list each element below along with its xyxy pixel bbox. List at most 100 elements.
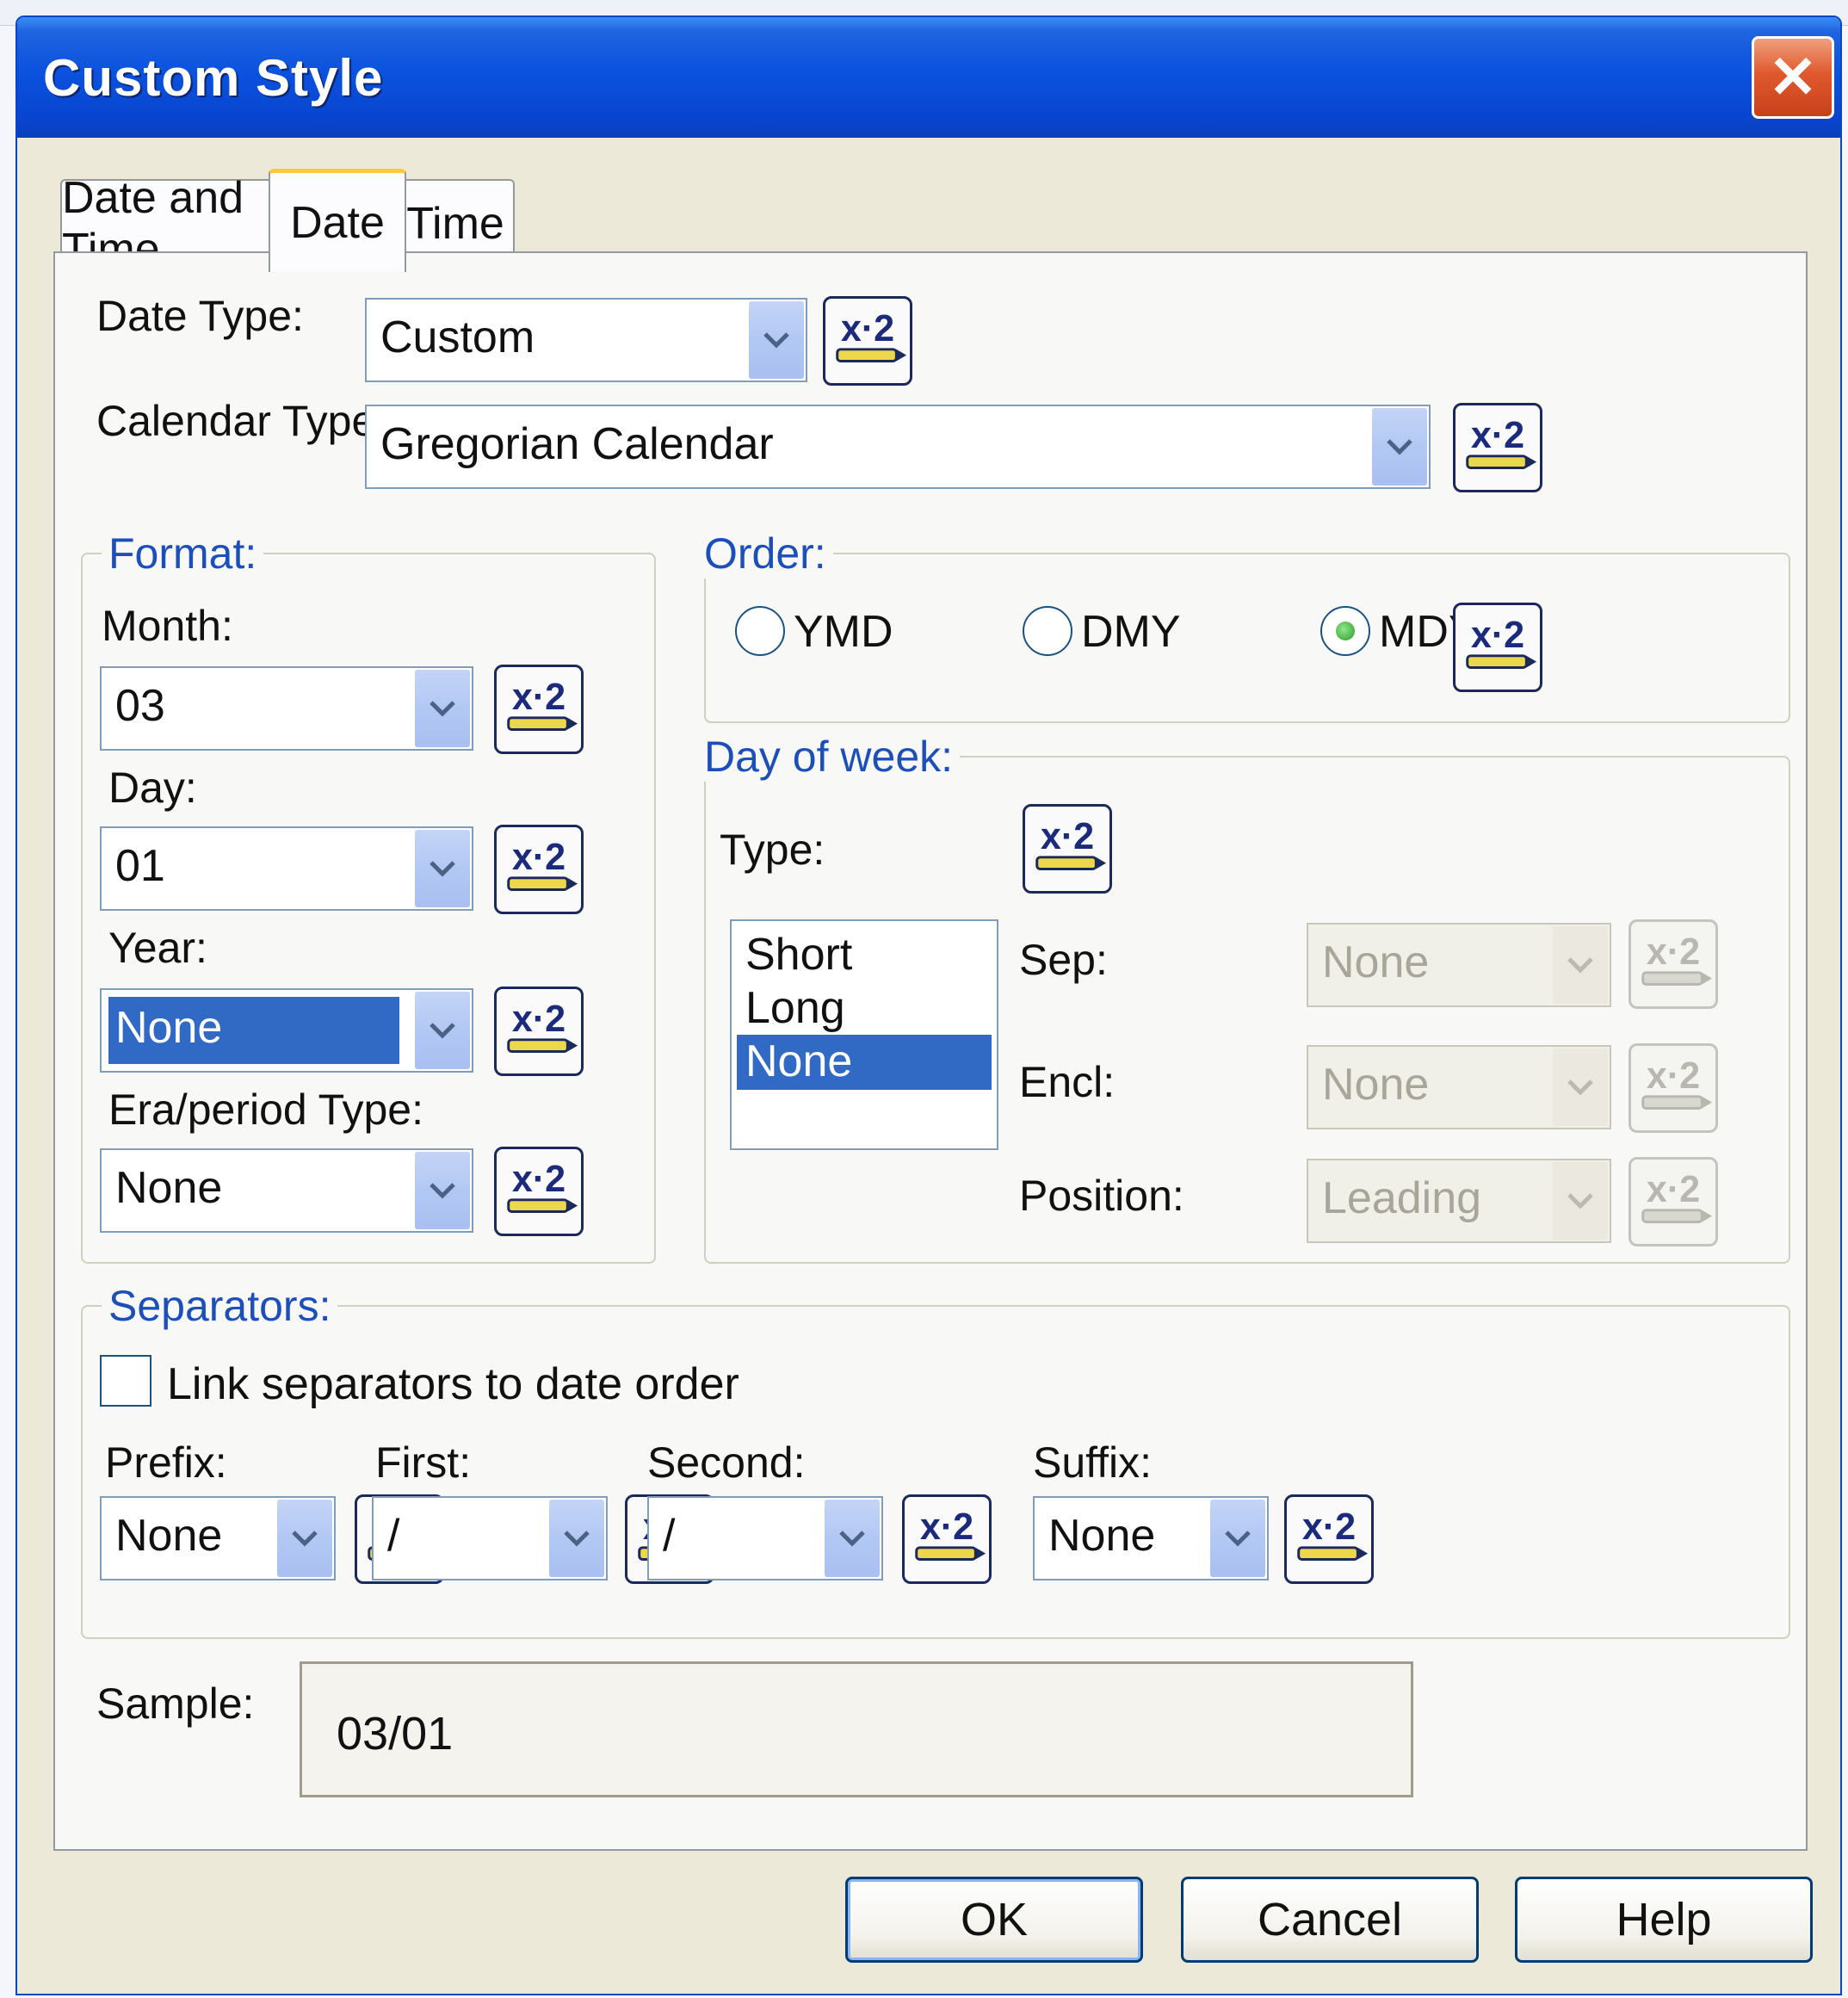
order-ymd-label[interactable]: YMD xyxy=(794,606,893,658)
chevron-down-icon[interactable] xyxy=(415,670,470,747)
month-x2-icon[interactable]: x·2 xyxy=(494,665,584,754)
dow-encl-x2-icon[interactable]: x·2 xyxy=(1629,1043,1718,1133)
tab-label: Date xyxy=(290,197,385,248)
dow-sep-label: Sep: xyxy=(1019,936,1108,984)
month-value: 03 xyxy=(115,681,165,731)
day-of-week-legend: Day of week: xyxy=(697,732,961,782)
order-mdy-radio[interactable] xyxy=(1320,606,1370,656)
chevron-down-icon[interactable] xyxy=(749,301,804,379)
sample-label: Sample: xyxy=(96,1679,255,1728)
svg-text:x·2: x·2 xyxy=(512,677,566,718)
chevron-down-icon[interactable] xyxy=(1553,1048,1608,1126)
suffix-value: None xyxy=(1048,1511,1156,1561)
help-button[interactable]: Help xyxy=(1515,1877,1813,1963)
year-select[interactable]: None xyxy=(100,988,473,1073)
prefix-value: None xyxy=(115,1511,223,1561)
dow-type-x2-icon[interactable]: x·2 xyxy=(1023,804,1112,894)
era-period-type-value: None xyxy=(115,1163,223,1213)
era-period-type-select[interactable]: None xyxy=(100,1148,473,1233)
year-value: None xyxy=(115,1003,223,1053)
order-dmy-label[interactable]: DMY xyxy=(1081,606,1181,658)
prefix-select[interactable]: None xyxy=(100,1496,336,1580)
year-x2-icon[interactable]: x·2 xyxy=(494,987,584,1076)
chevron-down-icon[interactable] xyxy=(825,1500,880,1577)
list-item[interactable]: Short xyxy=(737,928,992,983)
svg-text:x·2: x·2 xyxy=(512,999,566,1040)
ok-button[interactable]: OK xyxy=(845,1877,1143,1963)
first-label: First: xyxy=(375,1438,472,1487)
svg-text:x·2: x·2 xyxy=(1302,1506,1356,1548)
sample-preview-box: 03/01 xyxy=(300,1661,1413,1797)
chevron-down-icon[interactable] xyxy=(415,830,470,907)
chevron-down-icon[interactable] xyxy=(415,1152,470,1229)
day-select[interactable]: 01 xyxy=(100,826,473,911)
chevron-down-icon[interactable] xyxy=(1553,1162,1608,1240)
cancel-button[interactable]: Cancel xyxy=(1181,1877,1479,1963)
chevron-down-icon[interactable] xyxy=(1210,1500,1265,1577)
first-value: / xyxy=(387,1511,400,1561)
dow-encl-value: None xyxy=(1322,1060,1430,1110)
dow-encl-select[interactable]: None xyxy=(1307,1045,1611,1129)
dow-sep-x2-icon[interactable]: x·2 xyxy=(1629,919,1718,1009)
tab-date[interactable]: Date xyxy=(269,169,406,272)
day-x2-icon[interactable]: x·2 xyxy=(494,825,584,914)
suffix-x2-icon[interactable]: x·2 xyxy=(1284,1494,1374,1584)
close-icon: ✕ xyxy=(1768,44,1818,110)
era-period-type-x2-icon[interactable]: x·2 xyxy=(494,1147,584,1236)
month-select[interactable]: 03 xyxy=(100,666,473,751)
dow-type-listbox[interactable]: Short Long None xyxy=(730,919,998,1150)
dow-position-x2-icon[interactable]: x·2 xyxy=(1629,1157,1718,1246)
list-item[interactable]: Long xyxy=(737,981,992,1036)
chevron-down-icon[interactable] xyxy=(415,992,470,1069)
list-item-selected[interactable]: None xyxy=(737,1035,992,1090)
svg-text:x·2: x·2 xyxy=(841,308,894,349)
svg-text:x·2: x·2 xyxy=(512,837,566,878)
chevron-down-icon[interactable] xyxy=(277,1500,332,1577)
date-type-value: Custom xyxy=(380,312,535,362)
tab-page-date: Date Type: Custom x·2 Calendar Type: Gre… xyxy=(53,251,1808,1851)
svg-text:x·2: x·2 xyxy=(512,1159,566,1200)
svg-text:x·2: x·2 xyxy=(1471,615,1524,656)
day-value: 01 xyxy=(115,841,165,891)
radio-selected-dot xyxy=(1336,622,1355,640)
second-x2-icon[interactable]: x·2 xyxy=(902,1494,992,1584)
svg-text:x·2: x·2 xyxy=(1647,1169,1700,1210)
separators-legend: Separators: xyxy=(102,1281,338,1331)
calendar-type-select[interactable]: Gregorian Calendar xyxy=(365,405,1431,489)
close-button[interactable]: ✕ xyxy=(1752,36,1834,119)
second-value: / xyxy=(663,1511,676,1561)
link-separators-label[interactable]: Link separators to date order xyxy=(167,1358,739,1410)
dow-position-label: Position: xyxy=(1019,1172,1184,1220)
order-legend: Order: xyxy=(697,529,833,578)
custom-style-dialog: Custom Style ✕ Date and Time Date Time D… xyxy=(15,15,1842,1995)
chevron-down-icon[interactable] xyxy=(549,1500,604,1577)
order-x2-icon[interactable]: x·2 xyxy=(1453,603,1542,692)
second-select[interactable]: / xyxy=(647,1496,883,1580)
format-legend: Format: xyxy=(102,529,264,578)
calendar-type-label: Calendar Type: xyxy=(96,397,388,445)
title-bar[interactable]: Custom Style ✕ xyxy=(17,17,1840,138)
svg-text:x·2: x·2 xyxy=(1647,931,1700,973)
link-separators-checkbox[interactable] xyxy=(100,1355,151,1407)
chevron-down-icon[interactable] xyxy=(1372,408,1427,486)
year-label: Year: xyxy=(108,924,207,972)
date-type-select[interactable]: Custom xyxy=(365,298,807,382)
suffix-select[interactable]: None xyxy=(1033,1496,1269,1580)
dow-sep-value: None xyxy=(1322,937,1430,987)
svg-text:x·2: x·2 xyxy=(1471,415,1524,456)
dow-position-select[interactable]: Leading xyxy=(1307,1159,1611,1243)
chevron-down-icon[interactable] xyxy=(1553,926,1608,1004)
prefix-label: Prefix: xyxy=(105,1438,227,1487)
order-ymd-radio[interactable] xyxy=(735,606,785,656)
svg-text:x·2: x·2 xyxy=(1647,1055,1700,1097)
dow-sep-select[interactable]: None xyxy=(1307,923,1611,1007)
order-dmy-radio[interactable] xyxy=(1023,606,1072,656)
calendar-type-x2-icon[interactable]: x·2 xyxy=(1453,403,1542,492)
date-type-x2-icon[interactable]: x·2 xyxy=(823,296,912,386)
sample-value: 03/01 xyxy=(337,1708,454,1760)
month-label: Month: xyxy=(102,602,233,650)
first-select[interactable]: / xyxy=(372,1496,608,1580)
second-label: Second: xyxy=(647,1438,806,1487)
tab-label: Time xyxy=(406,199,504,249)
era-period-type-label: Era/period Type: xyxy=(108,1086,423,1134)
